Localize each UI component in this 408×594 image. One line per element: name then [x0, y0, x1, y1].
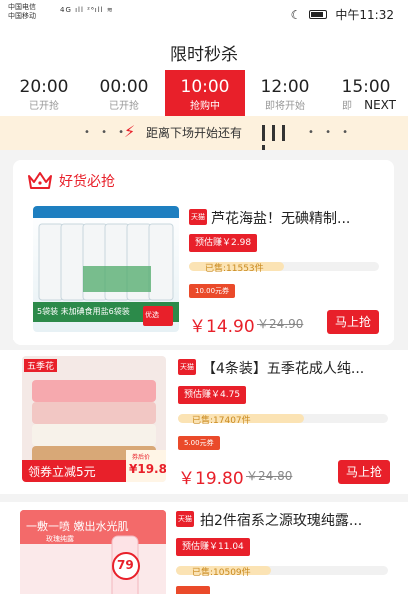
lightning-icon: ⚡: [124, 122, 136, 141]
tab-2000[interactable]: 20:00 已开抢: [4, 70, 84, 116]
image-tag: 优选: [145, 311, 159, 319]
tab-time: 15:00: [341, 77, 391, 97]
product-image[interactable]: 五季花 领券立减5元 券后价 ¥19.8: [22, 356, 166, 482]
status-bar: 中国电信 中国移动 4G ıll ²⁶ıll ≋ ☾ 中午11:32: [0, 0, 408, 28]
product-card[interactable]: 一敷一喷 嫩出水光肌 玫瑰纯露 79 天猫 拍2件宿系之源玫瑰纯露... 预估赚…: [0, 502, 408, 594]
original-price: ￥24.90: [257, 317, 304, 331]
tmall-badge: 天猫: [176, 511, 194, 527]
carrier-1: 中国电信: [8, 3, 36, 11]
sold-count: 已售:17407件: [192, 416, 251, 426]
estimate-badge: 预估赚￥4.75: [178, 386, 247, 404]
sale-price: ￥14.90: [189, 317, 255, 337]
page-title: 限时秒杀: [170, 45, 238, 65]
tmall-badge: 天猫: [189, 209, 207, 225]
sale-price: ￥19.80: [178, 469, 244, 489]
image-banner: 领券立减5元: [28, 465, 96, 479]
tab-status: 抢购中: [190, 101, 220, 112]
tab-time: 00:00: [99, 77, 149, 97]
tab-time: 10:00: [180, 77, 230, 97]
buy-button[interactable]: 马上抢: [338, 460, 391, 484]
product-image[interactable]: 一敷一喷 嫩出水光肌 玫瑰纯露 79: [20, 510, 166, 594]
hot-deals-card: 好货必抢 5袋装 未加碘食用盐6袋装 优选 天猫 芦花海盐！无碘精制... 预估…: [13, 160, 394, 345]
product-name[interactable]: 芦花海盐！无碘精制...: [211, 208, 387, 228]
clock: 中午11:32: [335, 8, 394, 22]
dots-decoration: • • •: [308, 127, 353, 138]
product-name[interactable]: 拍2件宿系之源玫瑰纯露...: [200, 510, 392, 530]
section-header: 好货必抢: [27, 170, 115, 192]
coupon-badge: 5.00元券: [178, 436, 220, 450]
moon-icon: ☾: [290, 7, 302, 22]
product-card[interactable]: 五季花 领券立减5元 券后价 ¥19.8 天猫 【4条装】五季花成人纯... 预…: [0, 350, 408, 494]
product-card[interactable]: 5袋装 未加碘食用盐6袋装 优选 天猫 芦花海盐！无碘精制... 预估赚￥2.9…: [13, 200, 394, 340]
tab-status: 即将开始: [265, 101, 305, 112]
time-tabs: 20:00 已开抢 00:00 已开抢 10:00 抢购中 12:00 即将开始…: [0, 70, 408, 116]
buy-button[interactable]: 马上抢: [327, 310, 380, 334]
tab-1200[interactable]: 12:00 即将开始: [245, 70, 325, 116]
carrier-info: 中国电信 中国移动: [8, 3, 36, 21]
next-button[interactable]: NEXT: [362, 98, 398, 112]
crown-icon: [28, 172, 52, 189]
countdown-label: 距离下场开始还有: [146, 126, 243, 140]
image-banner: 一敷一喷 嫩出水光肌: [26, 520, 129, 533]
product-name[interactable]: 【4条装】五季花成人纯...: [202, 358, 392, 378]
sold-count: 已售:11553件: [205, 264, 264, 274]
battery-icon: [309, 10, 328, 19]
product-image[interactable]: 5袋装 未加碘食用盐6袋装 优选: [33, 206, 179, 332]
divider: [0, 494, 408, 502]
image-number: 79: [117, 558, 134, 572]
coupon-badge: 10.00元券: [189, 284, 236, 298]
image-price-label: 券后价: [132, 454, 151, 461]
dots-decoration: • • •: [84, 127, 129, 138]
countdown-timer: [262, 125, 298, 161]
estimate-badge: 预估赚￥11.04: [176, 538, 250, 556]
tab-0000[interactable]: 00:00 已开抢: [84, 70, 164, 116]
sold-count: 已售:10509件: [192, 568, 251, 578]
tab-time: 20:00: [19, 77, 69, 97]
tab-status: 已开抢: [109, 101, 139, 112]
tab-1000[interactable]: 10:00 抢购中: [165, 70, 245, 116]
signal-icon: 4G ıll ²⁶ıll ≋: [60, 6, 114, 14]
estimate-badge: 预估赚￥2.98: [189, 234, 258, 252]
image-price: ¥19.8: [129, 462, 166, 476]
image-brand: 五季花: [24, 359, 58, 372]
tab-time: 12:00: [260, 77, 310, 97]
carrier-2: 中国移动: [8, 12, 36, 20]
image-banner: 5袋装 未加碘食用盐6袋装: [37, 307, 130, 316]
tmall-badge: 天猫: [178, 359, 196, 375]
section-title: 好货必抢: [59, 174, 115, 190]
coupon-badge: [176, 586, 210, 594]
original-price: ￥24.80: [246, 469, 293, 483]
tab-status: 已开抢: [29, 101, 59, 112]
image-sub: 玫瑰纯露: [46, 535, 74, 543]
countdown-bar: • • • ⚡ 距离下场开始还有 • • •: [0, 116, 408, 161]
